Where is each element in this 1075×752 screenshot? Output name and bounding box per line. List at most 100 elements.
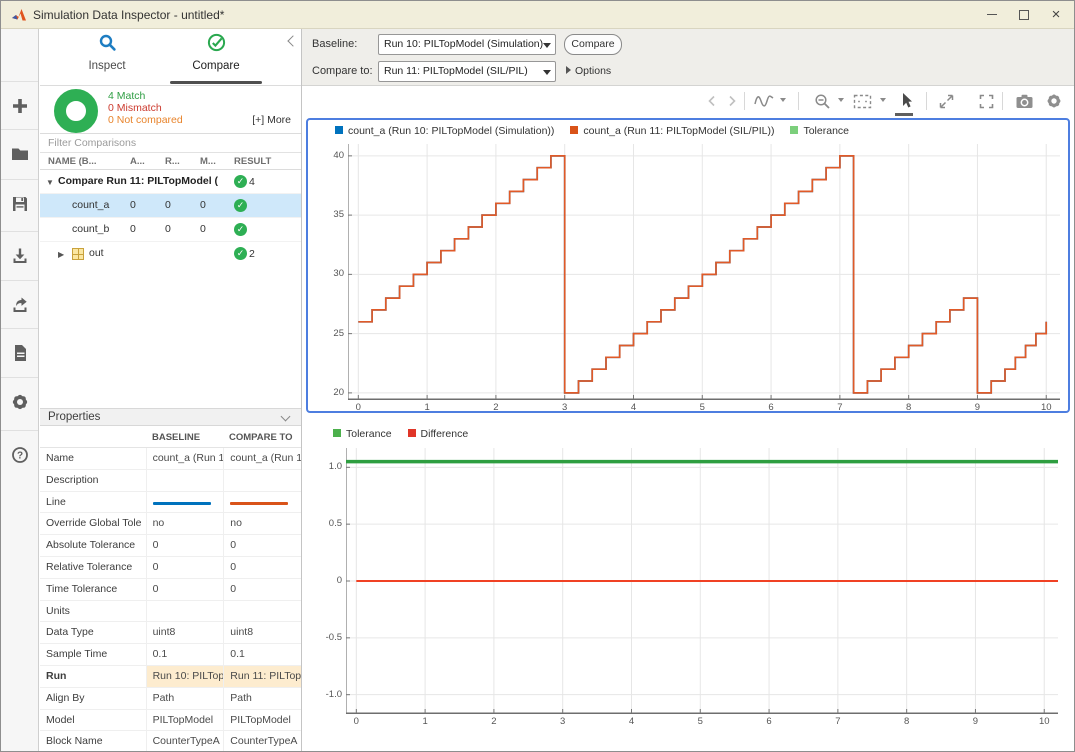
property-row[interactable]: Time Tolerance00 [40,579,301,601]
legend-item[interactable]: Tolerance [790,125,849,137]
property-row[interactable]: Description [40,470,301,492]
open-button[interactable] [1,129,38,177]
expand-caret-icon[interactable]: ▼ [46,178,54,187]
zoom-out-button[interactable] [812,91,832,111]
signal-wave-icon [754,93,774,109]
fullscreen-button[interactable] [976,91,996,111]
table-row-count-b[interactable]: count_b 0 0 0 ✓ [40,218,301,242]
tab-inspect[interactable]: Inspect [62,33,152,72]
property-row[interactable]: Line [40,492,301,514]
col-r: R... [165,156,180,167]
collapse-panel-icon[interactable] [287,35,298,46]
plot-settings-button[interactable] [1044,91,1064,111]
property-row[interactable]: Sample Time0.10.1 [40,644,301,666]
plot-canvas[interactable] [346,448,1058,714]
dropdown-arrow-icon[interactable] [780,98,786,102]
legend-item[interactable]: Difference [408,428,469,440]
y-tick-label: 40 [317,151,344,161]
property-row[interactable]: Align ByPathPath [40,688,301,710]
gear-icon [10,392,30,412]
compare-to-dropdown[interactable]: Run 11: PILTopModel (SIL/PIL) [378,61,556,82]
dropdown-arrow-icon[interactable] [880,98,886,102]
save-button[interactable] [1,179,38,227]
tab-compare[interactable]: Compare [171,33,261,72]
import-button[interactable] [1,231,38,279]
minimize-button[interactable] [976,1,1008,28]
expand-plot-button[interactable] [936,91,956,111]
plot-area[interactable] [348,144,1060,400]
table-row-count-a[interactable]: count_a 0 0 0 ✓ [40,194,301,218]
property-row[interactable]: Override Global Tolenono [40,513,301,535]
property-value-compare: Run 11: PILTop [223,666,301,687]
legend-label: count_a (Run 11: PILTopModel (SIL/PIL)) [583,125,774,137]
camera-icon [1015,93,1034,109]
maximize-button[interactable] [1008,1,1040,28]
dropdown-arrow-icon [543,43,551,48]
legend-item[interactable]: Tolerance [333,428,392,440]
difference-chart[interactable]: ToleranceDifference 012345678910-1.0-0.5… [306,418,1070,750]
properties-header[interactable]: Properties [40,408,301,426]
match-count: 4 Match [108,90,145,102]
y-tick-label: 1.0 [315,462,342,472]
options-toggle[interactable]: Options [566,65,611,77]
preferences-button[interactable] [1,377,38,425]
property-row[interactable]: Namecount_a (Run 1count_a (Run 1 [40,448,301,470]
property-row[interactable]: Relative Tolerance00 [40,557,301,579]
table-row-out[interactable]: ▶ out ✓ 2 [40,242,301,266]
legend-item[interactable]: count_a (Run 11: PILTopModel (SIL/PIL)) [570,125,774,137]
close-button[interactable]: × [1040,1,1072,28]
property-row[interactable]: RunRun 10: PILTopRun 11: PILTop [40,666,301,688]
property-row[interactable]: ModelPILTopModelPILTopModel [40,710,301,732]
export-button[interactable] [1,280,38,328]
property-label: Absolute Tolerance [40,535,146,556]
matlab-logo-icon [11,7,27,23]
add-button[interactable] [1,81,38,129]
help-button[interactable]: ? [1,430,38,478]
expand-caret-icon[interactable]: ▶ [58,250,64,259]
report-button[interactable] [1,328,38,376]
property-value-baseline: no [146,513,224,534]
rel-tol-value: 0 [165,199,171,211]
property-row[interactable]: Block NameCounterTypeACounterTypeA [40,731,301,751]
signal-trace-button[interactable] [754,91,774,111]
compare-header: Baseline: Run 10: PILTopModel (Simulatio… [302,29,1074,86]
chevron-left-icon [705,94,719,108]
plot-area[interactable] [346,448,1058,714]
x-tick-label: 7 [829,716,847,727]
property-value-compare [223,492,301,513]
active-tool-underline [895,113,913,116]
filter-comparisons-input[interactable]: Filter Comparisons [40,134,301,153]
result-badge: ✓ 4 [234,175,255,188]
snapshot-button[interactable] [1014,91,1034,111]
plot-canvas[interactable] [348,144,1060,400]
compare-button[interactable]: Compare [564,34,622,55]
property-row[interactable]: Units [40,601,301,623]
property-value-baseline [146,492,224,513]
check-icon: ✓ [234,247,247,260]
rel-tol-value: 0 [165,223,171,235]
pointer-tool-button[interactable] [896,91,916,111]
table-row-group[interactable]: ▼ Compare Run 11: PILTopModel ( ✓ 4 [40,170,301,194]
signal-chart[interactable]: count_a (Run 10: PILTopModel (Simulation… [306,118,1070,413]
tab-compare-label: Compare [171,60,261,72]
minimize-icon [987,14,997,15]
bus-grid-icon [72,248,84,260]
property-row[interactable]: Data Typeuint8uint8 [40,622,301,644]
prev-button[interactable] [702,91,722,111]
fit-to-view-button[interactable] [852,91,872,111]
compare-column-label: COMPARE TO [229,432,293,443]
filter-placeholder: Filter Comparisons [48,137,136,149]
next-button[interactable] [722,91,742,111]
x-tick-label: 5 [691,716,709,727]
baseline-dropdown[interactable]: Run 10: PILTopModel (Simulation) [378,34,556,55]
property-value-compare: 0.1 [223,644,301,665]
chevron-down-icon[interactable] [281,412,291,422]
legend-item[interactable]: count_a (Run 10: PILTopModel (Simulation… [335,125,554,137]
dropdown-arrow-icon[interactable] [838,98,844,102]
property-row[interactable]: Absolute Tolerance00 [40,535,301,557]
property-value-baseline: PILTopModel [146,710,224,731]
compare-to-label: Compare to: [312,65,373,77]
x-tick-label: 4 [622,716,640,727]
more-link[interactable]: [+] More [252,114,291,126]
property-label: Override Global Tole [40,513,146,534]
